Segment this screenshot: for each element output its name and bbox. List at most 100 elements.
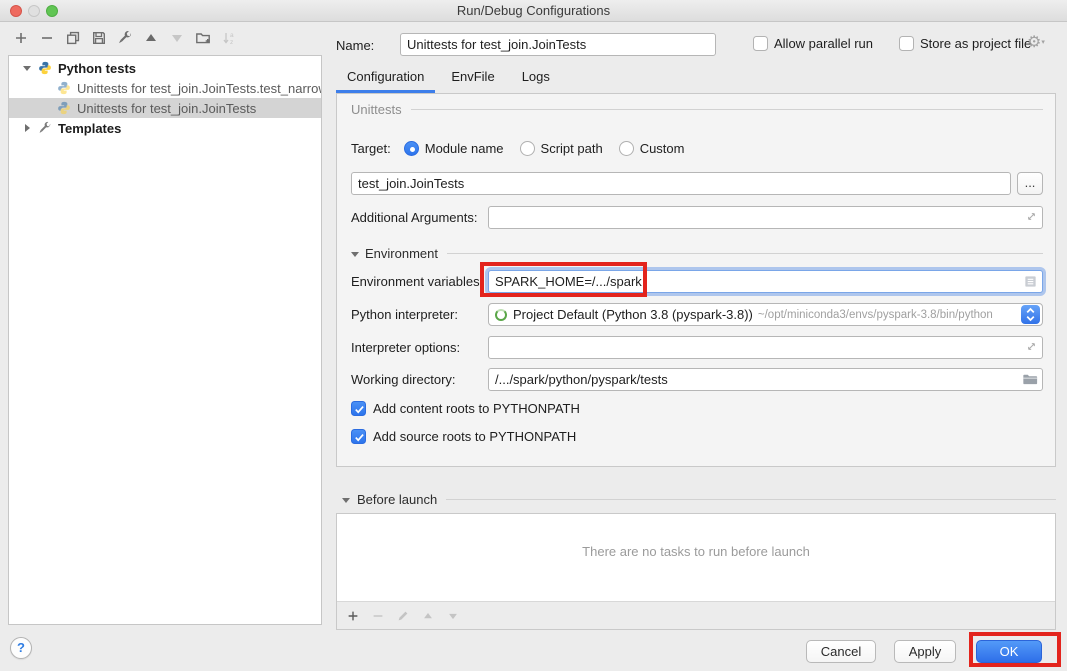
before-launch-label: Before launch [357, 492, 437, 507]
env-vars-list-icon[interactable] [1023, 274, 1038, 289]
new-folder-icon[interactable] [195, 30, 211, 46]
help-button[interactable]: ? [10, 637, 32, 659]
target-row: Target: Module name Script path Custom [351, 138, 700, 158]
allow-parallel-run-checkbox[interactable]: Allow parallel run [753, 36, 873, 51]
radio-label: Module name [425, 141, 504, 156]
ok-button[interactable]: OK [976, 640, 1042, 663]
interpreter-options-input[interactable] [488, 336, 1043, 359]
divider [446, 499, 1056, 500]
checkbox-checked[interactable] [351, 429, 366, 444]
window-title: Run/Debug Configurations [0, 0, 1067, 22]
unittests-group-header: Unittests [351, 102, 1043, 117]
move-task-up-icon [421, 609, 435, 623]
before-launch-panel: There are no tasks to run before launch [336, 513, 1056, 630]
working-directory-input[interactable] [488, 368, 1043, 391]
tab-envfile[interactable]: EnvFile [440, 63, 505, 93]
target-input[interactable] [351, 172, 1011, 195]
checkbox-checked[interactable] [351, 401, 366, 416]
expanded-triangle-icon[interactable] [21, 62, 33, 74]
edit-task-pencil-icon [396, 609, 410, 623]
additional-arguments-label: Additional Arguments: [351, 210, 477, 225]
conda-environment-icon [495, 309, 507, 321]
tree-item-test-narrow[interactable]: Unittests for test_join.JoinTests.test_n… [9, 78, 321, 98]
radio-module-name[interactable]: Module name [404, 141, 504, 156]
sort-alphabetically-icon: az [221, 30, 237, 46]
environment-variables-label: Environment variables: [351, 274, 483, 289]
cancel-button[interactable]: Cancel [806, 640, 876, 663]
store-as-project-file-label: Store as project file [920, 36, 1031, 51]
tab-configuration[interactable]: Configuration [336, 63, 435, 93]
tree-item-jointests-selected[interactable]: Unittests for test_join.JoinTests [9, 98, 321, 118]
collapse-triangle-icon[interactable] [340, 494, 352, 506]
folder-icon[interactable] [1022, 372, 1038, 386]
add-source-roots-checkbox[interactable]: Add source roots to PYTHONPATH [351, 428, 576, 444]
radio-unselected-icon[interactable] [619, 141, 634, 156]
python-interpreter-path: ~/opt/miniconda3/envs/pyspark-3.8/bin/py… [758, 309, 1017, 321]
before-launch-toolbar [337, 601, 1055, 629]
save-icon[interactable] [91, 30, 107, 46]
interpreter-options-row: Interpreter options: [351, 336, 1043, 359]
radio-selected-icon[interactable] [404, 141, 419, 156]
python-interpreter-row: Python interpreter: Project Default (Pyt… [351, 303, 1043, 326]
additional-arguments-row: Additional Arguments: [351, 206, 1043, 229]
combo-stepper-icon[interactable] [1021, 305, 1040, 324]
store-as-project-file-checkbox[interactable]: Store as project file [899, 36, 1031, 51]
radio-script-path[interactable]: Script path [520, 141, 603, 156]
configurations-tree: Python tests Unittests for test_join.Joi… [8, 55, 322, 625]
working-directory-label: Working directory: [351, 372, 456, 387]
python-interpreter-label: Python interpreter: [351, 307, 458, 322]
environment-section-header[interactable]: Environment [349, 246, 1043, 261]
collapse-triangle-icon[interactable] [349, 248, 361, 260]
configuration-panel: Unittests Target: Module name Script pat… [336, 93, 1056, 467]
tree-item-python-tests[interactable]: Python tests [9, 58, 321, 78]
target-input-row: ... [351, 172, 1043, 195]
checkbox-unchecked[interactable] [753, 36, 768, 51]
python-interpreter-select[interactable]: Project Default (Python 3.8 (pyspark-3.8… [488, 303, 1043, 326]
configurations-toolbar: az [13, 30, 237, 46]
environment-section-label: Environment [365, 246, 438, 261]
python-interpreter-value: Project Default (Python 3.8 (pyspark-3.8… [513, 307, 753, 322]
tab-bar: Configuration EnvFile Logs [336, 63, 566, 93]
before-launch-header[interactable]: Before launch [340, 492, 1056, 507]
tree-item-label: Templates [58, 121, 121, 136]
expand-field-icon[interactable] [1025, 210, 1038, 223]
title-bar: Run/Debug Configurations [0, 0, 1067, 22]
additional-arguments-input[interactable] [488, 206, 1043, 229]
move-down-icon [169, 30, 185, 46]
python-icon [38, 61, 52, 75]
environment-variables-row: Environment variables: [351, 270, 1043, 293]
name-input[interactable] [400, 33, 716, 56]
name-label: Name: [336, 38, 374, 53]
radio-custom[interactable]: Custom [619, 141, 685, 156]
radio-unselected-icon[interactable] [520, 141, 535, 156]
edit-templates-wrench-icon[interactable] [117, 30, 133, 46]
wrench-icon [38, 121, 52, 135]
radio-label: Script path [541, 141, 603, 156]
allow-parallel-run-label: Allow parallel run [774, 36, 873, 51]
move-task-down-icon [446, 609, 460, 623]
radio-label: Custom [640, 141, 685, 156]
tree-item-label: Python tests [58, 61, 136, 76]
add-task-icon[interactable] [346, 609, 360, 623]
add-content-roots-checkbox[interactable]: Add content roots to PYTHONPATH [351, 400, 580, 416]
python-faded-icon [57, 101, 71, 115]
remove-icon[interactable] [39, 30, 55, 46]
copy-icon[interactable] [65, 30, 81, 46]
expand-field-icon[interactable] [1025, 340, 1038, 353]
tree-item-templates[interactable]: Templates [9, 118, 321, 138]
move-up-icon[interactable] [143, 30, 159, 46]
environment-variables-input[interactable] [488, 270, 1043, 293]
svg-text:z: z [230, 39, 233, 46]
apply-button[interactable]: Apply [894, 640, 956, 663]
svg-text:a: a [230, 32, 234, 39]
tab-logs[interactable]: Logs [511, 63, 561, 93]
divider [411, 109, 1043, 110]
python-faded-icon [57, 81, 71, 95]
browse-button[interactable]: ... [1017, 172, 1043, 195]
tree-item-label: Unittests for test_join.JoinTests [77, 101, 256, 116]
settings-gear-icon[interactable]: ⚙▾ [1027, 35, 1045, 51]
before-launch-empty-text: There are no tasks to run before launch [337, 544, 1055, 559]
add-icon[interactable] [13, 30, 29, 46]
checkbox-unchecked[interactable] [899, 36, 914, 51]
collapsed-triangle-icon[interactable] [21, 122, 33, 134]
